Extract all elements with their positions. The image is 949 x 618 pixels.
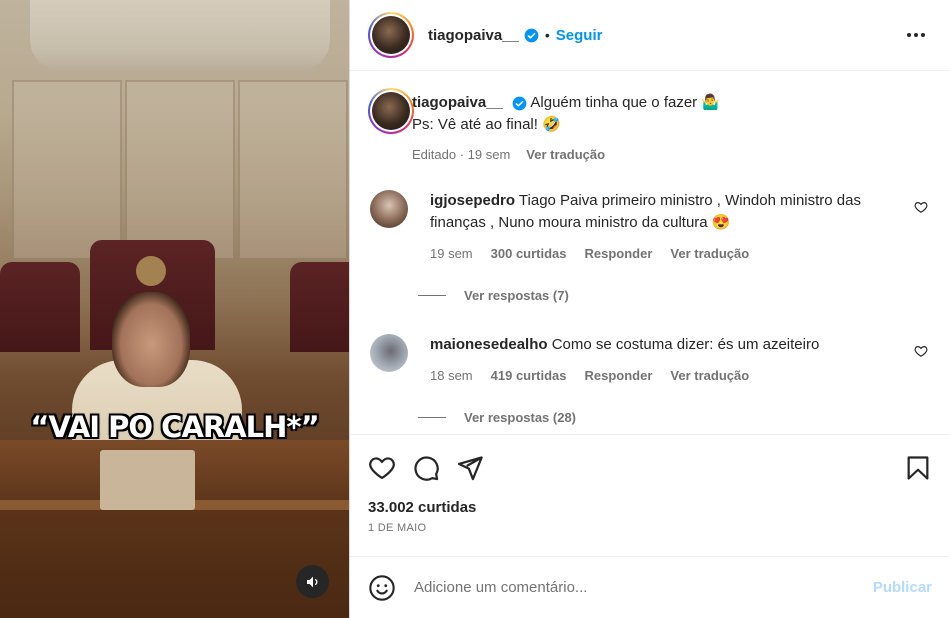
caption-username[interactable]: tiagopaiva__	[412, 94, 503, 111]
comment-input[interactable]	[414, 579, 873, 596]
like-heart-icon[interactable]	[368, 454, 396, 482]
comment-username[interactable]: maionesedealho	[430, 336, 548, 353]
comment-meta: 19 sem 300 curtidas Responder Ver traduç…	[430, 246, 749, 261]
more-options-icon[interactable]	[907, 33, 931, 37]
sound-toggle-button[interactable]	[296, 565, 329, 598]
avatar[interactable]	[368, 12, 414, 58]
like-comment-heart-icon[interactable]	[914, 200, 928, 219]
comment-time: 19 sem	[430, 246, 473, 261]
avatar[interactable]	[370, 334, 408, 372]
translate-link[interactable]: Ver tradução	[670, 246, 749, 261]
follow-button[interactable]: Seguir	[556, 27, 603, 44]
caption-line-2: Ps: Vê até ao final! 🤣	[412, 116, 561, 133]
speaker-head	[112, 292, 190, 387]
video-caption-overlay: “VAI PO CARALH*”	[30, 410, 319, 444]
view-replies-button[interactable]: Ver respostas (7)	[418, 288, 569, 303]
comment-text: Como se costuma dizer: és um azeiteiro	[551, 336, 820, 353]
verified-badge-icon	[512, 96, 527, 111]
comment-time: 18 sem	[430, 368, 473, 383]
emoji-icon[interactable]	[368, 574, 396, 602]
post-header: tiagopaiva__ • Seguir	[350, 0, 949, 71]
reply-button[interactable]: Responder	[585, 246, 653, 261]
view-replies-label: Ver respostas (28)	[464, 410, 577, 425]
separator-dot: •	[544, 27, 550, 43]
avatar[interactable]	[368, 88, 414, 134]
lectern	[100, 450, 195, 510]
comment-meta: 18 sem 419 curtidas Responder Ver traduç…	[430, 368, 749, 383]
chair	[0, 262, 80, 352]
post-actions: 33.002 curtidas 1 DE MAIO	[350, 434, 949, 534]
avatar-image	[372, 16, 410, 54]
translate-link[interactable]: Ver tradução	[526, 144, 605, 166]
edited-timestamp: Editado · 19 sem	[412, 147, 511, 162]
reply-button[interactable]: Responder	[585, 368, 653, 383]
crest-emblem	[136, 256, 166, 286]
wall-panel	[12, 80, 122, 260]
post-date: 1 DE MAIO	[368, 522, 427, 534]
comment-item: maionesedealho Como se costuma dizer: és…	[368, 334, 928, 434]
like-comment-heart-icon[interactable]	[914, 344, 928, 363]
comment-username[interactable]: igjosepedro	[430, 192, 515, 209]
post-video[interactable]: “VAI PO CARALH*”	[0, 0, 349, 618]
caption-block: tiagopaiva__ Alguém tinha que o fazer 🤷‍…	[412, 92, 912, 166]
view-replies-button[interactable]: Ver respostas (28)	[418, 410, 576, 425]
comment-bubble-icon[interactable]	[412, 454, 440, 482]
save-bookmark-icon[interactable]	[904, 454, 932, 482]
translate-link[interactable]: Ver tradução	[670, 368, 749, 383]
header-username[interactable]: tiagopaiva__	[428, 27, 519, 44]
post-details-panel: tiagopaiva__ • Seguir tiagopaiva__ Algué…	[349, 0, 949, 618]
post-caption	[368, 88, 414, 134]
publish-button[interactable]: Publicar	[873, 579, 932, 596]
chair	[290, 262, 349, 352]
comment-likes[interactable]: 419 curtidas	[491, 368, 567, 383]
comment-likes[interactable]: 300 curtidas	[491, 246, 567, 261]
avatar[interactable]	[370, 190, 408, 228]
wall-panel	[238, 80, 348, 260]
statue-background	[30, 0, 330, 70]
comment-item: igjosepedro Tiago Paiva primeiro ministr…	[368, 190, 928, 303]
add-comment-bar: Publicar	[350, 556, 949, 618]
caption-line-1: Alguém tinha que o fazer 🤷‍♂️	[530, 94, 721, 111]
likes-count[interactable]: 33.002 curtidas	[368, 499, 932, 516]
view-replies-label: Ver respostas (7)	[464, 288, 569, 303]
avatar-image	[372, 92, 410, 130]
speaker-icon	[306, 576, 318, 587]
share-send-icon[interactable]	[456, 454, 484, 482]
verified-badge-icon	[524, 28, 539, 43]
comments-section: tiagopaiva__ Alguém tinha que o fazer 🤷‍…	[350, 72, 949, 434]
wall-panel	[125, 80, 235, 260]
